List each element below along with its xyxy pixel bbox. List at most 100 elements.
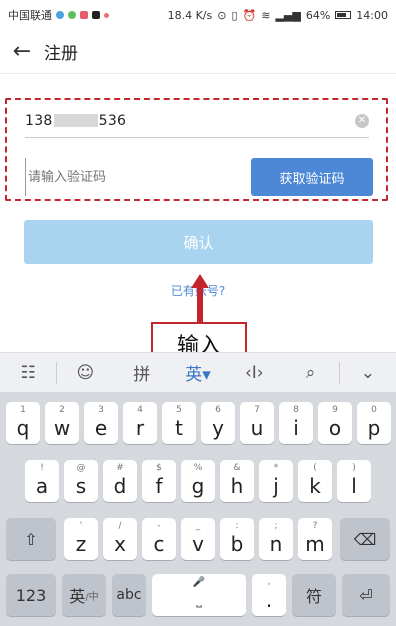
key-v[interactable]: _ v [181, 518, 215, 560]
battery-percent: 64% [305, 8, 331, 22]
key-n[interactable]: ; n [259, 518, 293, 560]
key-label: h [230, 474, 244, 498]
key-p[interactable]: 0p [357, 402, 391, 444]
key-q[interactable]: 1q [6, 402, 40, 444]
backspace-key[interactable]: ⌫ [340, 518, 390, 560]
key-w[interactable]: 2w [45, 402, 79, 444]
key-u[interactable]: 7u [240, 402, 274, 444]
phone-suffix: 536 [98, 112, 127, 129]
key-hint: / [118, 521, 122, 531]
key-label: w [53, 416, 71, 440]
phone-prefix: 138 [25, 112, 53, 129]
key-hint: - [157, 521, 161, 531]
cursor-icon[interactable]: ‹I› [226, 363, 282, 383]
location-icon: ⊙ [217, 8, 227, 22]
key-label: y [212, 416, 224, 440]
english-mode[interactable]: 英▾ [170, 360, 226, 385]
ime-toolbar: ☷ ☺ 拼 英▾ ‹I› ⌕ ⌄ [0, 352, 396, 392]
key-c[interactable]: -c [142, 518, 176, 560]
key-label: a [35, 474, 49, 498]
key-label: i [293, 416, 299, 440]
enter-key[interactable]: ⏎ [342, 574, 390, 616]
key-hint: 4 [137, 405, 143, 415]
key-r[interactable]: 4r [123, 402, 157, 444]
symbols-key[interactable]: 符 [292, 574, 336, 616]
back-arrow-icon[interactable]: ← [0, 39, 44, 64]
key-hint: ! [40, 463, 44, 473]
key-f[interactable]: $ f [142, 460, 176, 502]
key-label: q [16, 416, 30, 440]
key-j[interactable]: * j [259, 460, 293, 502]
key-hint: : [235, 521, 239, 531]
key-g[interactable]: % g [181, 460, 215, 502]
shift-key[interactable]: ⇧ [6, 518, 56, 560]
key-hint: _ [195, 521, 201, 531]
register-form: 138 536 ✕ 获取验证码 确认 已有账号? 输入 [0, 74, 396, 366]
key-label: v [192, 532, 204, 556]
key-b[interactable]: :b [220, 518, 254, 560]
key-z[interactable]: ' z [64, 518, 98, 560]
key-e[interactable]: 3e [84, 402, 118, 444]
carrier-label: 中国联通 [8, 9, 52, 22]
status-left: 中国联通 [8, 7, 109, 23]
key-h[interactable]: & h [220, 460, 254, 502]
key-y[interactable]: 6y [201, 402, 235, 444]
pinyin-mode[interactable]: 拼 [114, 360, 170, 385]
clock: 14:00 [356, 8, 388, 22]
collapse-keyboard-icon[interactable]: ⌄ [340, 363, 396, 383]
key-m[interactable]: ? m [298, 518, 332, 560]
punctuation-label: . [265, 588, 273, 612]
confirm-button[interactable]: 确认 [24, 220, 373, 264]
key-o[interactable]: 9o [318, 402, 352, 444]
space-key[interactable]: 🎤 ⎵ [152, 574, 246, 616]
key-l[interactable]: ) l [337, 460, 371, 502]
key-hint: ? [312, 521, 318, 531]
clear-icon[interactable]: ✕ [355, 113, 369, 128]
key-hint: ) [352, 463, 356, 473]
key-label: r [135, 416, 145, 440]
search-icon[interactable]: ⌕ [282, 363, 338, 383]
language-key[interactable]: 英/中 [62, 574, 106, 616]
key-hint: 0 [371, 405, 377, 415]
mic-icon: 🎤 [192, 577, 206, 588]
key-label: n [269, 532, 283, 556]
key-hint: * [273, 463, 279, 473]
status-bar: 中国联通 18.4 K/s ⊙ ▯ ⏰ ≋ ▂▄▆ 64% 14:00 [0, 0, 396, 30]
key-d[interactable]: # d [103, 460, 137, 502]
key-label: b [230, 532, 244, 556]
language-key-sub: /中 [85, 591, 99, 603]
language-key-label: 英 [69, 587, 86, 606]
get-code-button[interactable]: 获取验证码 [251, 158, 373, 196]
key-hint: $ [156, 463, 162, 473]
battery-icon [335, 11, 352, 19]
verification-code-input[interactable] [25, 158, 251, 196]
key-x[interactable]: / x [103, 518, 137, 560]
key-k[interactable]: (k [298, 460, 332, 502]
signal-icon: ▂▄▆ [275, 8, 301, 22]
key-hint: 6 [215, 405, 221, 415]
punctuation-key[interactable]: , . [252, 574, 286, 616]
key-i[interactable]: 8i [279, 402, 313, 444]
key-label: k [309, 474, 321, 498]
vibrate-icon: ▯ [231, 8, 238, 22]
emoji-icon[interactable]: ☺ [57, 363, 113, 383]
punctuation-hint: , [267, 577, 271, 587]
page-title: 注册 [44, 44, 78, 64]
abc-key[interactable]: abc [112, 574, 146, 616]
status-right: 18.4 K/s ⊙ ▯ ⏰ ≋ ▂▄▆ 64% 14:00 [168, 9, 388, 22]
alarm-icon: ⏰ [242, 8, 257, 22]
phone-field[interactable]: 138 536 ✕ [25, 104, 369, 138]
annotation-arrow-icon [191, 274, 209, 324]
ime-menu-icon[interactable]: ☷ [0, 363, 56, 383]
key-a[interactable]: ! a [25, 460, 59, 502]
key-label: c [153, 532, 165, 556]
notification-icon [68, 11, 76, 19]
numbers-key[interactable]: 123 [6, 574, 56, 616]
key-hint: % [193, 463, 203, 473]
key-label: m [305, 532, 325, 556]
key-hint: ' [79, 521, 83, 531]
key-t[interactable]: 5t [162, 402, 196, 444]
key-label: s [75, 474, 87, 498]
key-hint: 9 [332, 405, 338, 415]
key-s[interactable]: @ s [64, 460, 98, 502]
